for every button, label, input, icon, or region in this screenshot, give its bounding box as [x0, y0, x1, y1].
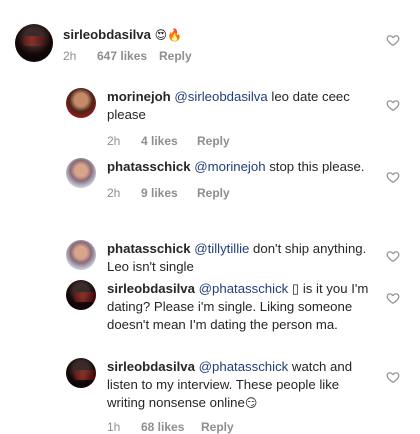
comment-text: phatasschick @tillytillie don't ship any… — [107, 240, 372, 276]
heart-outline-icon[interactable] — [386, 170, 400, 184]
comment-body: phatasschick @tillytillie don't ship any… — [107, 240, 372, 276]
comment-message: stop this please. — [265, 159, 365, 174]
comment-item: morinejoh @sirleobdasilva leo date ceec … — [66, 88, 376, 148]
reply-button[interactable]: Reply — [201, 420, 234, 434]
comment-text: sirleobdasilva @phatasschick ▯ is it you… — [107, 280, 372, 334]
comment-mention[interactable]: @tillytillie — [194, 241, 249, 256]
avatar[interactable] — [66, 358, 96, 388]
comment-username[interactable]: phatasschick — [107, 241, 191, 256]
comment-emoji: 😏 — [244, 396, 258, 410]
comment-meta: 1h 68 likes Reply — [107, 420, 372, 434]
comment-item: sirleobdasilva @phatasschick ▯ is it you… — [66, 280, 376, 334]
comment-text: sirleobdasilva @phatasschick watch and l… — [107, 358, 372, 412]
comment-username[interactable]: phatasschick — [107, 159, 191, 174]
comment-body: sirleobdasilva @phatasschick ▯ is it you… — [107, 280, 372, 334]
comment-likes[interactable]: 68 likes — [141, 420, 201, 434]
comment-text: phatasschick @morinejoh stop this please… — [107, 158, 372, 176]
comment-item: sirleobdasilva @phatasschick watch and l… — [66, 358, 376, 434]
heart-outline-icon[interactable] — [386, 291, 400, 305]
comment-mention[interactable]: @morinejoh — [194, 159, 265, 174]
comment-time: 1h — [107, 420, 121, 434]
comment-time: 2h — [63, 49, 77, 63]
comment-time: 2h — [107, 134, 121, 148]
comment-emoji: 😍🔥 — [154, 28, 183, 42]
comment-body: sirleobdasilva 😍🔥 2h 647 likes Reply — [63, 24, 192, 63]
avatar[interactable] — [66, 158, 96, 188]
avatar[interactable] — [66, 280, 96, 310]
comment-time: 2h — [107, 186, 121, 200]
comment-username[interactable]: sirleobdasilva — [107, 359, 195, 374]
comment-item: phatasschick @tillytillie don't ship any… — [66, 240, 376, 276]
reply-button[interactable]: Reply — [197, 134, 230, 148]
comment-likes[interactable]: 9 likes — [141, 186, 197, 200]
avatar[interactable] — [15, 24, 53, 62]
comment-username[interactable]: morinejoh — [107, 89, 171, 104]
comment-meta: 2h 647 likes Reply — [63, 49, 192, 63]
comment-username[interactable]: sirleobdasilva — [63, 27, 151, 42]
comment-likes[interactable]: 647 likes — [97, 49, 159, 63]
comment-mention[interactable]: @sirleobdasilva — [174, 89, 267, 104]
reply-button[interactable]: Reply — [197, 186, 230, 200]
comment-meta: 2h 4 likes Reply — [107, 134, 372, 148]
comment-item: sirleobdasilva 😍🔥 2h 647 likes Reply — [15, 24, 375, 63]
heart-outline-icon[interactable] — [386, 249, 400, 263]
comment-username[interactable]: sirleobdasilva — [107, 281, 195, 296]
heart-outline-icon[interactable] — [386, 98, 400, 112]
reply-button[interactable]: Reply — [159, 49, 192, 63]
comment-mention[interactable]: @phatasschick — [199, 281, 289, 296]
comment-body: morinejoh @sirleobdasilva leo date ceec … — [107, 88, 372, 148]
comment-body: phatasschick @morinejoh stop this please… — [107, 158, 372, 200]
comment-likes[interactable]: 4 likes — [141, 134, 197, 148]
heart-outline-icon[interactable] — [386, 370, 400, 384]
comment-body: sirleobdasilva @phatasschick watch and l… — [107, 358, 372, 434]
comment-item: phatasschick @morinejoh stop this please… — [66, 158, 376, 200]
heart-outline-icon[interactable] — [386, 33, 400, 47]
comment-meta: 2h 9 likes Reply — [107, 186, 372, 200]
avatar[interactable] — [66, 240, 96, 270]
comment-mention[interactable]: @phatasschick — [199, 359, 289, 374]
comment-text: sirleobdasilva 😍🔥 — [63, 26, 192, 44]
comment-text: morinejoh @sirleobdasilva leo date ceec … — [107, 88, 372, 124]
avatar[interactable] — [66, 88, 96, 118]
